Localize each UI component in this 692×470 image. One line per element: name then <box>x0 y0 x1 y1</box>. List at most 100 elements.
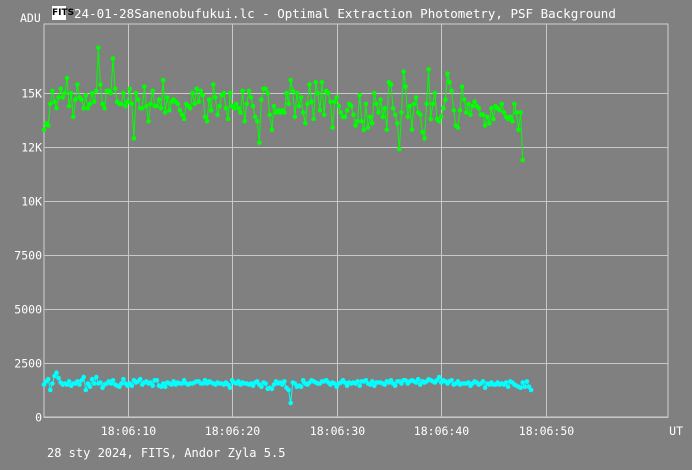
data-point <box>369 379 375 384</box>
data-point <box>213 95 218 100</box>
data-point <box>420 129 425 135</box>
data-point <box>436 118 442 124</box>
data-point <box>294 90 300 96</box>
chart-title: 24-01-28Sanenobufukui.lc - Optimal Extra… <box>74 5 616 21</box>
data-point <box>497 108 503 113</box>
data-point <box>179 112 185 117</box>
data-point <box>459 84 465 89</box>
data-point <box>263 381 268 386</box>
data-point <box>156 97 162 102</box>
data-point <box>457 108 463 113</box>
data-point <box>518 110 523 115</box>
data-point <box>56 375 61 381</box>
data-point <box>482 123 488 128</box>
data-point <box>200 93 206 98</box>
data-point <box>491 116 496 122</box>
data-point <box>87 384 93 390</box>
data-point <box>50 381 55 386</box>
data-point <box>83 93 89 98</box>
data-point <box>369 121 375 126</box>
data-point <box>326 90 331 96</box>
data-point <box>384 127 390 133</box>
data-point <box>91 381 97 386</box>
data-point <box>73 97 78 102</box>
data-point <box>188 105 193 111</box>
data-point <box>71 114 76 120</box>
data-point <box>288 77 294 83</box>
data-point <box>225 116 231 122</box>
data-point <box>121 90 126 96</box>
data-point <box>52 99 57 104</box>
data-point <box>392 383 398 389</box>
data-point <box>211 82 216 87</box>
data-point <box>413 95 419 100</box>
data-point <box>378 97 383 102</box>
data-point <box>449 88 454 94</box>
light-curve-window: 0 2500 5000 7500 10K 12K 15K 18:06:10 18:06:20 18… <box>0 0 692 470</box>
data-point <box>380 114 386 120</box>
data-point <box>305 101 310 107</box>
data-point <box>286 387 291 393</box>
data-point <box>447 80 452 85</box>
data-point <box>250 103 256 109</box>
y-axis-label: ADU <box>20 11 41 25</box>
data-point <box>98 380 103 385</box>
data-point <box>303 121 308 126</box>
data-point <box>83 387 89 393</box>
data-point <box>374 101 379 107</box>
data-point <box>269 127 275 133</box>
data-point <box>520 157 525 163</box>
series-line <box>43 47 524 161</box>
data-point <box>94 374 99 380</box>
data-point <box>441 105 446 111</box>
data-point <box>81 105 86 111</box>
data-point <box>110 378 116 383</box>
data-point <box>365 125 371 130</box>
series-2 <box>41 370 534 406</box>
data-point <box>75 82 80 87</box>
data-point <box>48 387 53 393</box>
data-point <box>165 95 170 100</box>
data-point <box>160 77 166 83</box>
data-point <box>349 103 354 109</box>
data-point <box>376 110 381 115</box>
data-point <box>438 114 444 120</box>
data-point <box>215 112 220 117</box>
y-tick-label: 15K <box>21 87 42 101</box>
data-point <box>119 101 124 107</box>
data-point <box>66 103 72 109</box>
data-point <box>461 97 467 102</box>
x-tick-label: 18:06:10 <box>101 424 156 438</box>
data-point <box>319 80 325 85</box>
data-point <box>129 101 135 107</box>
data-point <box>510 118 515 124</box>
data-point <box>367 114 373 120</box>
data-point <box>480 112 486 117</box>
data-point <box>487 121 492 126</box>
data-point <box>524 379 530 384</box>
data-point <box>62 90 68 96</box>
data-point <box>298 384 304 390</box>
data-point <box>449 378 454 383</box>
series <box>41 45 534 406</box>
data-point <box>484 114 490 120</box>
data-point <box>359 118 365 124</box>
data-point <box>269 386 275 392</box>
plot-frame <box>43 23 669 418</box>
data-point <box>512 101 517 107</box>
data-point <box>240 88 245 94</box>
data-point <box>158 105 164 111</box>
data-point <box>353 123 358 128</box>
data-point <box>192 101 197 107</box>
grid <box>43 23 669 418</box>
data-point <box>50 88 55 94</box>
x-tick-label: 18:06:20 <box>205 424 260 438</box>
data-point <box>520 380 525 385</box>
data-point <box>154 103 160 109</box>
data-point <box>317 108 323 113</box>
data-point <box>162 384 168 390</box>
data-point <box>415 376 421 382</box>
data-point <box>407 103 413 109</box>
data-point <box>451 108 457 113</box>
data-point <box>505 384 511 390</box>
